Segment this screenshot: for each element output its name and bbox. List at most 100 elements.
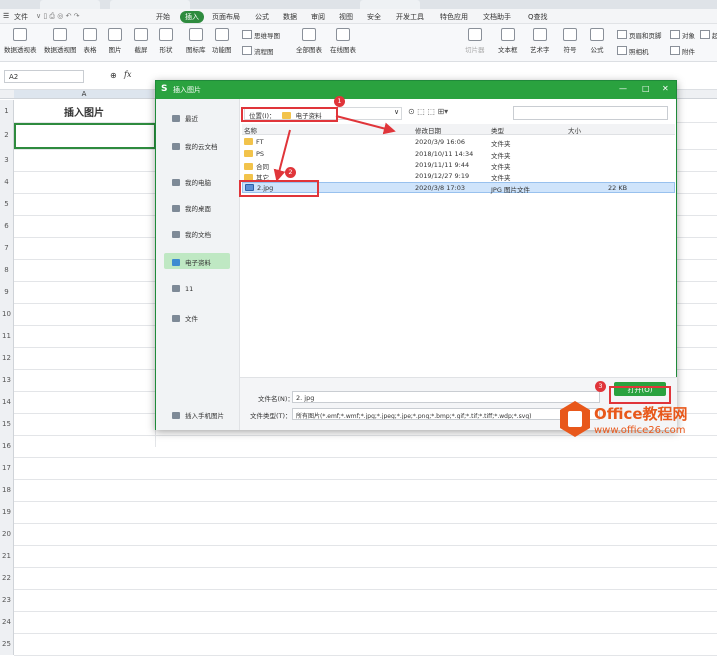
dialog-titlebar: S 插入图片 — □ ✕ [156, 81, 676, 99]
nav-toolbar-icons[interactable]: ⊙ ⬚ ⬚ ⊞▾ [408, 107, 448, 116]
flowchart-button[interactable]: 流程图 [242, 46, 274, 56]
menu-file[interactable]: 文件 [14, 12, 28, 22]
row-number[interactable]: 25 [0, 633, 14, 655]
sidebar-item-desktop[interactable]: 我的桌面 [164, 199, 230, 215]
hyperlink-button[interactable]: 超链 [700, 30, 717, 40]
row-number[interactable]: 4 [0, 171, 14, 193]
menu-doc-assistant[interactable]: 文档助手 [483, 12, 511, 22]
menu-insert[interactable]: 插入 [180, 11, 204, 23]
row-number[interactable]: 7 [0, 237, 14, 259]
filename-input[interactable]: 2. jpg [292, 391, 600, 403]
column-size[interactable]: 大小 [568, 125, 581, 135]
file-row[interactable]: 合同 2019/11/11 9:44 文件夹 [242, 160, 675, 171]
menu-developer[interactable]: 开发工具 [396, 12, 424, 22]
row-number[interactable]: 23 [0, 589, 14, 611]
pivot-table-button[interactable]: 数据透视表 [4, 28, 37, 54]
symbol-button[interactable]: 符号 [563, 28, 577, 54]
header-footer-button[interactable]: 页眉和页脚 [617, 30, 662, 40]
picture-button[interactable]: 图片 [108, 28, 122, 54]
slicer-button[interactable]: 切片器 [465, 28, 485, 54]
row-number[interactable]: 6 [0, 215, 14, 237]
menu-security[interactable]: 安全 [367, 12, 381, 22]
sidebar-item-documents[interactable]: 我的文档 [164, 225, 230, 241]
doc-tab[interactable] [110, 0, 190, 9]
row-number[interactable]: 20 [0, 523, 14, 545]
filetype-select[interactable]: 所有图片(*.emf;*.wmf;*.jpg;*.jpeg;*.jpe;*.pn… [292, 408, 600, 420]
close-icon[interactable]: ✕ [662, 84, 669, 93]
active-cell-a2[interactable] [14, 123, 156, 149]
file-row[interactable]: FT 2020/3/9 16:06 文件夹 [242, 137, 675, 148]
file-row[interactable]: PS 2018/10/11 14:34 文件夹 [242, 149, 675, 160]
fx-label[interactable]: fx [124, 70, 131, 79]
function-chart-icon [214, 28, 229, 41]
row-number[interactable]: 19 [0, 501, 14, 523]
textbox-button[interactable]: 文本框 [498, 28, 518, 54]
row-number[interactable]: 9 [0, 281, 14, 303]
doc-tab[interactable] [40, 0, 100, 9]
sidebar-item-electronic-data[interactable]: 电子资料 [164, 253, 230, 269]
menu-view[interactable]: 视图 [339, 12, 353, 22]
row-number[interactable]: 5 [0, 193, 14, 215]
row-number[interactable]: 21 [0, 545, 14, 567]
menu-formula[interactable]: 公式 [255, 12, 269, 22]
menu-page-layout[interactable]: 页面布局 [212, 12, 240, 22]
row-number[interactable]: 15 [0, 413, 14, 435]
column-header-a[interactable]: A [14, 90, 154, 98]
row-number[interactable]: 13 [0, 369, 14, 391]
column-type[interactable]: 类型 [491, 125, 504, 135]
menu-icons[interactable]: ∨ ▯ ⎙ ◎ ↶ ↷ [36, 12, 80, 21]
menu-review[interactable]: 审阅 [311, 12, 325, 22]
clock-icon [172, 115, 180, 122]
row-number[interactable]: 16 [0, 435, 14, 457]
menu-search[interactable]: Q查找 [528, 12, 548, 22]
sidebar-item-recent[interactable]: 最近 [164, 109, 230, 125]
menu-features[interactable]: 特色应用 [440, 12, 468, 22]
column-name[interactable]: 名称 [244, 125, 257, 135]
cell-a1[interactable]: 插入图片 [14, 100, 154, 121]
shape-icon [159, 28, 173, 41]
camera-button[interactable]: 照相机 [617, 46, 649, 56]
function-chart-button[interactable]: 功能图 [212, 28, 232, 54]
menu-data[interactable]: 数据 [283, 12, 297, 22]
row-number[interactable]: 14 [0, 391, 14, 413]
sidebar-item-11[interactable]: 11 [164, 281, 230, 297]
location-dropdown-icon[interactable]: ∨ [394, 108, 399, 116]
hamburger-icon[interactable]: ☰ [3, 12, 9, 20]
mobile-insert-button[interactable]: 插入手机图片 [164, 406, 230, 422]
row-number[interactable]: 10 [0, 303, 14, 325]
screenshot-button[interactable]: 截屏 [134, 28, 148, 54]
menu-home[interactable]: 开始 [156, 12, 170, 22]
row-number[interactable]: 1 [0, 100, 14, 122]
row-number[interactable]: 22 [0, 567, 14, 589]
equation-button[interactable]: 公式 [590, 28, 604, 54]
pivot-chart-button[interactable]: 数据透视图 [44, 28, 77, 54]
attachment-button[interactable]: 附件 [670, 46, 695, 56]
online-chart-button[interactable]: 在线图表 [330, 28, 356, 54]
row-number[interactable]: 24 [0, 611, 14, 633]
column-date[interactable]: 修改日期 [415, 125, 441, 135]
object-button[interactable]: 对象 [670, 30, 695, 40]
table-button[interactable]: 表格 [83, 28, 97, 54]
row-number[interactable]: 2 [0, 122, 14, 149]
row-number[interactable]: 3 [0, 149, 14, 171]
sidebar-item-cloud[interactable]: 我的云文档 [164, 137, 230, 153]
sidebar-item-computer[interactable]: 我的电脑 [164, 173, 230, 189]
row-number[interactable]: 11 [0, 325, 14, 347]
minimize-icon[interactable]: — [619, 84, 627, 93]
row-number[interactable]: 12 [0, 347, 14, 369]
sidebar-item-files[interactable]: 文件 [164, 309, 230, 325]
all-charts-button[interactable]: 全部图表 [296, 28, 322, 54]
shape-button[interactable]: 形状 [159, 28, 173, 54]
wordart-button[interactable]: 艺术字 [530, 28, 550, 54]
search-input[interactable] [513, 106, 668, 120]
screenshot-icon [134, 28, 148, 41]
mind-map-button[interactable]: 思维导图 [242, 30, 280, 40]
row-number[interactable]: 17 [0, 457, 14, 479]
icon-library-button[interactable]: 图标库 [186, 28, 206, 54]
doc-tab[interactable] [360, 0, 420, 9]
maximize-icon[interactable]: □ [642, 84, 650, 93]
name-box[interactable]: A2 [4, 70, 84, 83]
row-number[interactable]: 8 [0, 259, 14, 281]
zoom-icon[interactable]: ⊕ [110, 71, 117, 80]
row-number[interactable]: 18 [0, 479, 14, 501]
